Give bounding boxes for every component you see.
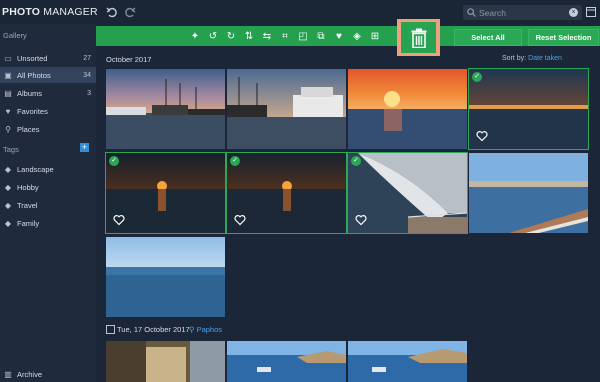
top-bar: PHOTO MANAGER × [0, 0, 600, 24]
tag-item-hobby[interactable]: ◆ Hobby [0, 179, 96, 195]
sidebar-item-label: Archive [17, 369, 43, 379]
photo-thumbnail-selected[interactable]: ✓ [347, 152, 468, 234]
gallery-heading: Gallery [3, 31, 27, 40]
undo-icon[interactable] [104, 4, 120, 20]
tag-icon: ◆ [4, 164, 12, 174]
favorite-heart-outline-icon[interactable] [234, 214, 246, 226]
sidebar: Gallery ▭ Unsorted 27 ▣ All Photos 34 ▤ … [0, 24, 96, 382]
add-tag-button[interactable]: + [80, 143, 89, 152]
selected-check-icon: ✓ [109, 156, 119, 166]
app-logo: PHOTO MANAGER [2, 6, 98, 18]
photo-thumbnail-selected[interactable]: ✓ [468, 68, 589, 150]
tag-item-family[interactable]: ◆ Family [0, 215, 96, 231]
add-to-album-icon[interactable]: ⊞ [368, 29, 382, 43]
convert-icon[interactable]: ⧉ [314, 29, 328, 43]
delete-button[interactable] [401, 22, 436, 53]
photo-thumbnail[interactable] [106, 69, 225, 149]
photos-icon: ▣ [4, 70, 12, 80]
magic-wand-icon[interactable]: ✦ [188, 29, 202, 43]
sidebar-item-albums[interactable]: ▤ Albums 3 [0, 85, 96, 101]
sidebar-item-archive[interactable]: ▥ Archive [0, 366, 96, 382]
select-all-button[interactable]: Select All [454, 29, 522, 46]
selected-check-icon: ✓ [472, 72, 482, 82]
flip-horizontal-icon[interactable]: ⇆ [260, 29, 274, 43]
search-icon [467, 8, 476, 17]
tags-heading: Tags [3, 145, 19, 154]
photo-thumbnail[interactable] [469, 153, 588, 233]
tag-label: Landscape [17, 164, 54, 174]
group-date-label: October 2017 [106, 55, 152, 64]
crop-icon[interactable]: ⌗ [278, 29, 292, 43]
group-select-checkbox[interactable] [106, 325, 115, 334]
search-input[interactable] [479, 5, 559, 20]
reset-selection-button[interactable]: Reset Selection [528, 29, 599, 46]
selection-toolbar: ✦ ↺ ↻ ⇅ ⇆ ⌗ ◰ ⧉ ♥ ◈ ⊞ Select All Reset S… [96, 26, 600, 46]
favorite-heart-icon[interactable]: ♥ [332, 29, 346, 43]
rotate-right-icon[interactable]: ↻ [224, 29, 238, 43]
selected-check-icon: ✓ [230, 156, 240, 166]
sort-value-link[interactable]: Date taken [528, 55, 562, 62]
favorite-heart-outline-icon[interactable] [113, 214, 125, 226]
location-label: Paphos [196, 325, 223, 334]
sidebar-item-label: Favorites [17, 106, 48, 116]
tag-label: Hobby [17, 182, 39, 192]
archive-icon: ▥ [4, 369, 12, 379]
unsorted-icon: ▭ [4, 53, 12, 63]
window-icon[interactable] [584, 5, 598, 19]
location-link[interactable]: ⚲ Paphos [189, 325, 222, 334]
tag-label: Family [17, 218, 40, 228]
sidebar-item-label: Unsorted [17, 53, 48, 63]
photo-thumbnail[interactable] [227, 69, 346, 149]
sidebar-item-places[interactable]: ⚲ Places [0, 121, 96, 137]
redo-icon[interactable] [122, 4, 138, 20]
sidebar-item-label: Albums [17, 88, 43, 98]
tag-item-travel[interactable]: ◆ Travel [0, 197, 96, 213]
pin-icon: ⚲ [5, 124, 11, 134]
sidebar-item-label: All Photos [17, 70, 51, 80]
tag-icon: ◆ [4, 182, 12, 192]
selected-check-icon: ✓ [351, 156, 361, 166]
sidebar-item-count: 3 [87, 89, 91, 97]
search-box[interactable]: × [463, 5, 582, 20]
sidebar-item-label: Places [17, 124, 40, 134]
tag-icon: ◆ [4, 200, 12, 210]
sidebar-item-unsorted[interactable]: ▭ Unsorted 27 [0, 50, 96, 66]
resize-icon[interactable]: ◰ [296, 29, 310, 43]
sidebar-item-count: 34 [83, 71, 91, 79]
pin-icon: ⚲ [189, 325, 197, 334]
sort-label: Sort by: [502, 55, 529, 62]
rotate-left-icon[interactable]: ↺ [206, 29, 220, 43]
tag-icon: ◆ [4, 218, 12, 228]
tag-icon[interactable]: ◈ [350, 29, 364, 43]
photo-thumbnail[interactable] [106, 237, 225, 317]
heart-icon: ♥ [5, 106, 11, 116]
photo-thumbnail[interactable] [227, 341, 346, 382]
photo-thumbnail[interactable] [348, 341, 467, 382]
tag-item-landscape[interactable]: ◆ Landscape [0, 161, 96, 177]
sidebar-item-all-photos[interactable]: ▣ All Photos 34 [0, 67, 96, 83]
flip-vertical-icon[interactable]: ⇅ [242, 29, 256, 43]
sidebar-item-favorites[interactable]: ♥ Favorites [0, 103, 96, 119]
sort-by[interactable]: Sort by: Date taken [502, 55, 562, 62]
favorite-heart-outline-icon[interactable] [355, 214, 367, 226]
trash-icon [411, 28, 426, 48]
photo-thumbnail-selected[interactable]: ✓ [105, 152, 226, 234]
photo-thumbnail[interactable] [106, 341, 225, 382]
sidebar-item-count: 27 [83, 54, 91, 62]
tag-label: Travel [17, 200, 38, 210]
photo-thumbnail-selected[interactable]: ✓ [226, 152, 347, 234]
albums-icon: ▤ [4, 88, 12, 98]
photo-thumbnail[interactable] [348, 69, 467, 149]
group-date-label: Tue, 17 October 2017 [117, 325, 190, 334]
clear-search-icon[interactable]: × [569, 8, 578, 17]
favorite-heart-outline-icon[interactable] [476, 130, 488, 142]
